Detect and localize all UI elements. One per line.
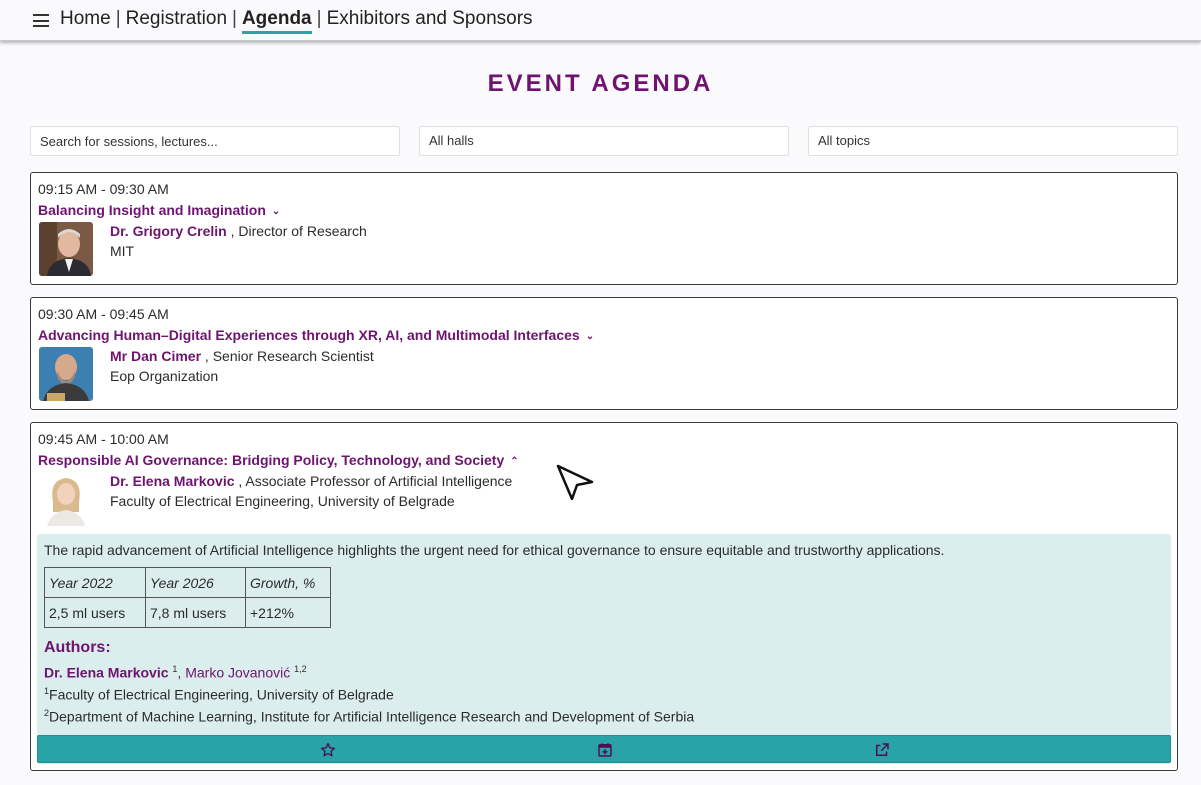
table-cell: 7,8 ml users bbox=[145, 597, 246, 628]
speaker-line: Dr. Grigory Crelin , Director of Researc… bbox=[110, 223, 367, 239]
session-title[interactable]: Advancing Human–Digital Experiences thro… bbox=[38, 327, 594, 343]
hamburger-menu-icon[interactable] bbox=[33, 14, 49, 27]
star-icon[interactable] bbox=[319, 741, 337, 759]
calendar-add-icon[interactable] bbox=[596, 741, 614, 759]
speaker-name[interactable]: Mr Dan Cimer bbox=[110, 348, 201, 364]
nav-separator: | bbox=[232, 8, 237, 29]
halls-select[interactable]: All halls bbox=[419, 126, 789, 156]
session-card-expanded: 09:45 AM - 10:00 AM Responsible AI Gover… bbox=[30, 422, 1178, 771]
session-time: 09:15 AM - 09:30 AM bbox=[38, 181, 169, 197]
chevron-down-icon[interactable]: ⌄ bbox=[586, 331, 594, 342]
nav-separator: | bbox=[115, 8, 121, 29]
session-title-text: Balancing Insight and Imagination bbox=[38, 202, 266, 218]
session-detail-panel: The rapid advancement of Artificial Inte… bbox=[37, 534, 1171, 764]
chevron-up-icon[interactable]: ⌃ bbox=[510, 456, 518, 467]
speaker-line: Mr Dan Cimer , Senior Research Scientist bbox=[110, 348, 374, 364]
speaker-organization: Faculty of Electrical Engineering, Unive… bbox=[110, 493, 455, 509]
authors-list: Dr. Elena Markovic 1, Marko Jovanović 1,… bbox=[44, 664, 307, 681]
table-cell: +212% bbox=[245, 597, 331, 628]
session-time: 09:30 AM - 09:45 AM bbox=[38, 306, 169, 322]
affiliation-text: Faculty of Electrical Engineering, Unive… bbox=[49, 686, 394, 703]
author-name[interactable]: Marko Jovanović bbox=[185, 665, 290, 681]
table-header: Year 2022 bbox=[44, 567, 146, 598]
nav-agenda[interactable]: Agenda bbox=[241, 8, 312, 34]
table-header: Year 2026 bbox=[145, 567, 246, 598]
table-cell: 2,5 ml users bbox=[44, 597, 146, 628]
author-name[interactable]: Dr. Elena Markovic bbox=[44, 665, 169, 681]
session-action-bar bbox=[37, 735, 1171, 763]
nav-home[interactable]: Home bbox=[60, 8, 111, 30]
speaker-organization: Eop Organization bbox=[110, 368, 219, 384]
speaker-name[interactable]: Dr. Grigory Crelin bbox=[110, 223, 227, 239]
speaker-avatar bbox=[39, 222, 93, 276]
chevron-down-icon[interactable]: ⌄ bbox=[272, 206, 280, 217]
speaker-avatar bbox=[39, 472, 93, 526]
session-time: 09:45 AM - 10:00 AM bbox=[38, 431, 169, 447]
speaker-avatar bbox=[39, 347, 93, 401]
speaker-organization: MIT bbox=[110, 243, 135, 259]
speaker-name[interactable]: Dr. Elena Markovic bbox=[110, 473, 235, 489]
author-affiliation-ref: 1,2 bbox=[294, 664, 307, 674]
session-title-text: Responsible AI Governance: Bridging Poli… bbox=[38, 452, 505, 468]
affiliation-text: Department of Machine Learning, Institut… bbox=[49, 708, 695, 725]
main-nav: Home | Registration | Agenda | Exhibitor… bbox=[60, 8, 533, 34]
open-external-icon[interactable] bbox=[873, 741, 891, 759]
affiliation-line: 1Faculty of Electrical Engineering, Univ… bbox=[44, 686, 394, 703]
session-card: 09:30 AM - 09:45 AM Advancing Human–Digi… bbox=[30, 297, 1178, 410]
topics-select[interactable]: All topics bbox=[808, 126, 1178, 156]
session-card: 09:15 AM - 09:30 AM Balancing Insight an… bbox=[30, 172, 1178, 285]
mouse-cursor-icon bbox=[556, 464, 596, 509]
nav-separator: | bbox=[316, 8, 322, 29]
session-title[interactable]: Balancing Insight and Imagination ⌄ bbox=[38, 202, 280, 218]
speaker-role: , Director of Research bbox=[226, 223, 367, 239]
session-abstract: The rapid advancement of Artificial Inte… bbox=[44, 542, 945, 558]
stats-table: Year 2022 Year 2026 Growth, % 2,5 ml use… bbox=[44, 567, 331, 628]
table-header: Growth, % bbox=[245, 567, 331, 598]
affiliation-line: 2Department of Machine Learning, Institu… bbox=[44, 708, 694, 725]
page-title: EVENT AGENDA bbox=[487, 70, 714, 97]
speaker-role: , Senior Research Scientist bbox=[201, 348, 374, 364]
nav-exhibitors-sponsors[interactable]: Exhibitors and Sponsors bbox=[327, 8, 533, 30]
session-title-text: Advancing Human–Digital Experiences thro… bbox=[38, 327, 580, 343]
nav-registration[interactable]: Registration bbox=[126, 8, 227, 30]
top-navigation-bar: Home | Registration | Agenda | Exhibitor… bbox=[0, 0, 1201, 41]
session-title[interactable]: Responsible AI Governance: Bridging Poli… bbox=[38, 452, 519, 468]
search-input[interactable] bbox=[30, 126, 400, 156]
speaker-line: Dr. Elena Markovic , Associate Professor… bbox=[110, 473, 512, 489]
speaker-role: , Associate Professor of Artificial Inte… bbox=[234, 473, 513, 489]
authors-heading: Authors: bbox=[44, 639, 111, 656]
